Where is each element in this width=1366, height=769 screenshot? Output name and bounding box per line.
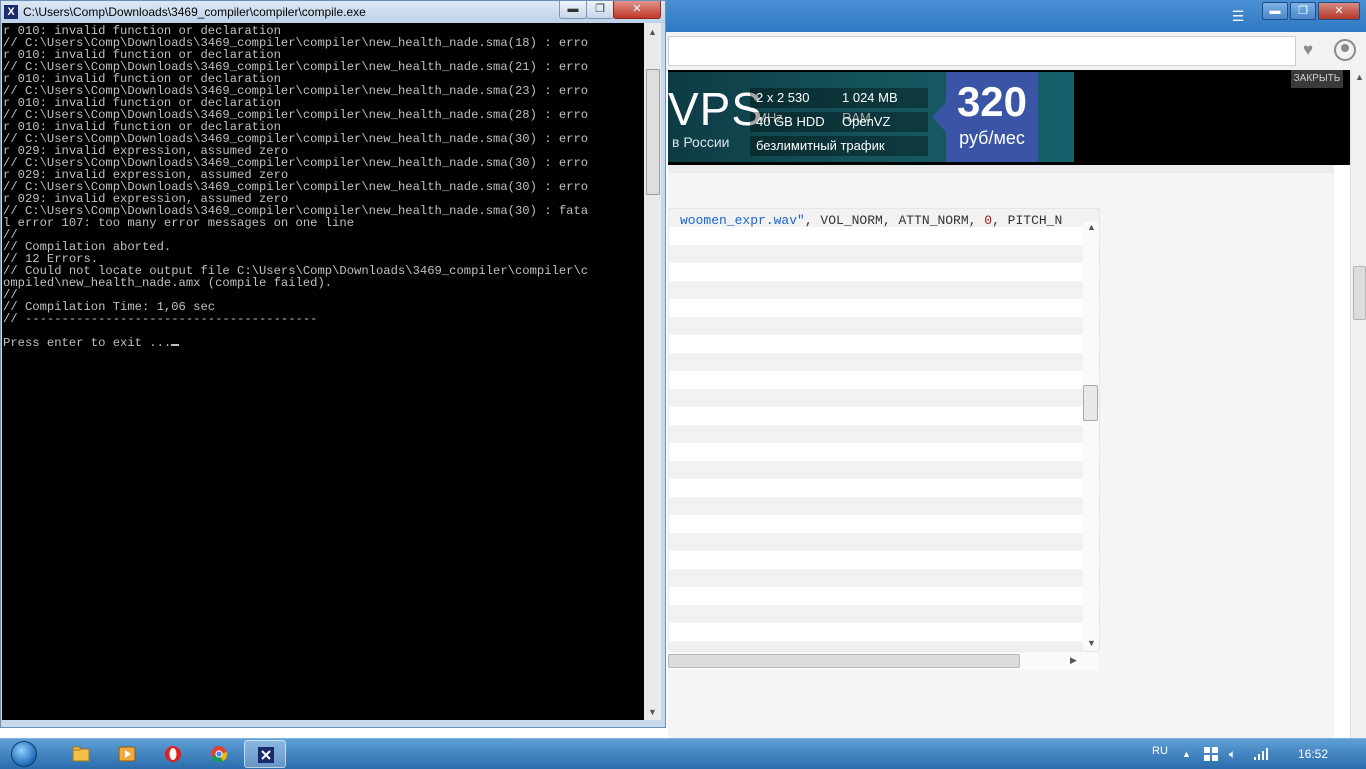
media-player-icon xyxy=(118,746,136,762)
ad-price-unit: руб/мес xyxy=(959,128,1025,148)
taskbar-chrome[interactable] xyxy=(198,740,240,768)
code-row xyxy=(669,263,1099,281)
start-button[interactable] xyxy=(6,739,40,769)
code-row xyxy=(669,515,1099,533)
code-line: woomen_expr.wav", VOL_NORM, ATTN_NORM, 0… xyxy=(680,213,1062,228)
ad-price-box: 320 руб/мес xyxy=(946,72,1038,162)
ad-arrow-decoration xyxy=(932,102,946,132)
maximize-button[interactable]: ❐ xyxy=(586,1,614,19)
code-row xyxy=(669,335,1099,353)
code-vertical-scrollbar[interactable] xyxy=(1083,222,1098,650)
ad-spec-hdd: 40 GB HDD xyxy=(750,112,836,132)
cmd-window: X C:\Users\Comp\Downloads\3469_compiler\… xyxy=(0,0,666,728)
code-row xyxy=(669,461,1099,479)
heart-icon[interactable]: ♥ xyxy=(1298,40,1318,60)
minimize-button[interactable]: ▬ xyxy=(559,1,587,19)
code-row xyxy=(669,245,1099,263)
code-row xyxy=(669,479,1099,497)
ad-spec-virt: OpenVZ xyxy=(836,112,928,132)
code-token-tail: , PITCH_N xyxy=(992,213,1063,228)
code-row xyxy=(669,317,1099,335)
address-bar[interactable] xyxy=(668,36,1296,66)
console-line: Press enter to exit ... xyxy=(3,336,172,350)
opera-icon xyxy=(165,746,181,762)
console-line: ompiled\new_health_nade.amx (compile fai… xyxy=(3,276,333,290)
cmd-window-title: C:\Users\Comp\Downloads\3469_compiler\co… xyxy=(23,5,366,19)
menu-icon[interactable]: ☰ xyxy=(1228,6,1248,26)
code-row xyxy=(669,389,1099,407)
tray-expand-icon[interactable]: ▲ xyxy=(1182,749,1191,759)
page-scrollbar-thumb[interactable] xyxy=(1353,266,1366,320)
ad-price: 320 xyxy=(956,78,1028,125)
cmd-window-border xyxy=(1,720,665,727)
code-row xyxy=(669,533,1099,551)
language-indicator[interactable]: RU xyxy=(1152,745,1168,757)
code-vertical-scrollbar-thumb[interactable] xyxy=(1083,385,1098,421)
code-scroll-right-icon[interactable]: ▶ xyxy=(1070,655,1077,666)
code-horizontal-scrollbar-thumb[interactable] xyxy=(668,654,1020,668)
volume-icon[interactable]: 🔈︎ xyxy=(1229,747,1236,762)
code-row xyxy=(669,623,1099,641)
console-cursor xyxy=(171,344,180,346)
code-row xyxy=(669,443,1099,461)
code-row xyxy=(669,227,1099,245)
content-separator xyxy=(668,165,1334,173)
console-line: l error 107: too many error messages on … xyxy=(3,216,355,230)
folder-icon xyxy=(72,746,90,762)
ad-brand: VPS xyxy=(668,83,764,135)
browser-maximize-button[interactable]: ❐ xyxy=(1290,2,1316,20)
code-row xyxy=(669,353,1099,371)
code-block xyxy=(668,208,1100,650)
code-row xyxy=(669,641,1099,649)
windows-logo-icon xyxy=(11,741,37,767)
ad-location: в России xyxy=(672,134,730,150)
clock[interactable]: 16:52 xyxy=(1298,747,1328,761)
chrome-icon xyxy=(211,746,228,763)
taskbar-explorer[interactable] xyxy=(60,740,102,768)
code-row xyxy=(669,605,1099,623)
account-icon[interactable] xyxy=(1334,39,1356,61)
console-output[interactable]: r 010: invalid function or declaration /… xyxy=(2,23,644,720)
page-scrollbar[interactable]: ▲ xyxy=(1350,70,1366,738)
code-row xyxy=(669,587,1099,605)
ad-banner[interactable]: VPS в России 2 x 2 530 MHz 1 024 MB RAM … xyxy=(668,72,1074,162)
code-row xyxy=(669,281,1099,299)
code-row xyxy=(669,425,1099,443)
cmd-icon: X xyxy=(4,5,18,19)
code-token-string: woomen_expr.wav" xyxy=(680,213,805,228)
code-row xyxy=(669,407,1099,425)
code-row xyxy=(669,371,1099,389)
console-line: // -------------------------------------… xyxy=(3,312,318,326)
code-token-number: 0 xyxy=(984,213,993,228)
console-text: r 010: invalid function or declaration /… xyxy=(3,25,588,349)
code-scroll-down-icon[interactable]: ▼ xyxy=(1087,638,1096,648)
ad-area: VPS в России 2 x 2 530 MHz 1 024 MB RAM … xyxy=(668,70,1350,165)
taskbar-cmd[interactable] xyxy=(244,740,286,768)
cmd-title-bar[interactable]: X C:\Users\Comp\Downloads\3469_compiler\… xyxy=(1,1,665,23)
code-row xyxy=(669,551,1099,569)
close-button[interactable]: ✕ xyxy=(613,1,661,19)
code-row xyxy=(669,569,1099,587)
code-row xyxy=(669,299,1099,317)
console-scrollbar-thumb[interactable] xyxy=(646,69,660,195)
scroll-up-arrow-icon[interactable]: ▲ xyxy=(1355,72,1364,82)
browser-close-button[interactable]: ✕ xyxy=(1318,2,1360,20)
ad-spec-traffic: безлимитный трафик xyxy=(750,136,928,156)
action-center-icon[interactable] xyxy=(1204,747,1218,764)
browser-minimize-button[interactable]: ▬ xyxy=(1262,2,1288,20)
code-scroll-up-icon[interactable]: ▲ xyxy=(1087,222,1096,232)
ad-close-button[interactable]: ЗАКРЫТЬ xyxy=(1291,70,1343,88)
taskbar: RU ▲ 🔈︎ 16:52 xyxy=(0,738,1366,769)
code-row xyxy=(669,497,1099,515)
cmd-icon xyxy=(258,747,274,763)
code-token-args: , VOL_NORM, ATTN_NORM, xyxy=(804,213,985,228)
taskbar-opera[interactable] xyxy=(152,740,194,768)
taskbar-media-player[interactable] xyxy=(106,740,148,768)
console-scroll-down-icon[interactable]: ▼ xyxy=(648,707,657,717)
network-icon[interactable] xyxy=(1253,747,1269,764)
console-scroll-up-icon[interactable]: ▲ xyxy=(648,27,657,37)
ad-spec-cpu: 2 x 2 530 MHz xyxy=(750,88,836,125)
ad-spec-ram: 1 024 MB RAM xyxy=(836,88,928,125)
